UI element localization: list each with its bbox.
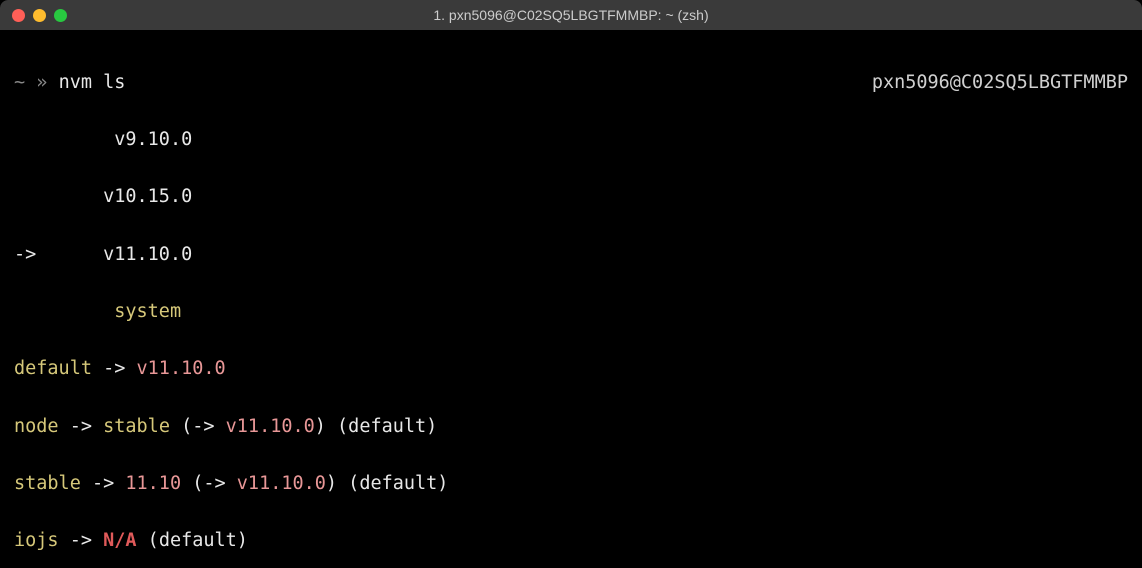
terminal-window: 1. pxn5096@C02SQ5LBGTFMMBP: ~ (zsh) ~ » … — [0, 0, 1142, 568]
output-line: v9.10.0 — [14, 126, 1128, 155]
alias-iojs: iojs -> N/A (default) — [14, 527, 1128, 556]
close-icon[interactable] — [12, 9, 25, 22]
alias-name: node — [14, 416, 59, 437]
alias-target: stable — [103, 416, 170, 437]
alias-target: v11.10.0 — [137, 358, 226, 379]
resolved-version: v11.10.0 — [226, 416, 315, 437]
alias-node: node -> stable (-> v11.10.0) (default) — [14, 413, 1128, 442]
node-version: v9.10.0 — [114, 129, 192, 150]
prompt-line: ~ » nvm ls pxn5096@C02SQ5LBGTFMMBP — [14, 69, 1128, 98]
output-line: system — [14, 298, 1128, 327]
alias-name: stable — [14, 473, 81, 494]
alias-name: iojs — [14, 530, 59, 551]
maximize-icon[interactable] — [54, 9, 67, 22]
minimize-icon[interactable] — [33, 9, 46, 22]
host-label: pxn5096@C02SQ5LBGTFMMBP — [872, 69, 1128, 98]
node-version: v10.15.0 — [103, 186, 192, 207]
system-label: system — [114, 301, 181, 322]
alias-stable: stable -> 11.10 (-> v11.10.0) (default) — [14, 470, 1128, 499]
terminal-body[interactable]: ~ » nvm ls pxn5096@C02SQ5LBGTFMMBP v9.10.… — [0, 30, 1142, 568]
alias-target-na: N/A — [103, 530, 136, 551]
titlebar: 1. pxn5096@C02SQ5LBGTFMMBP: ~ (zsh) — [0, 0, 1142, 30]
alias-default: default -> v11.10.0 — [14, 355, 1128, 384]
traffic-lights — [12, 9, 67, 22]
output-line: v10.15.0 — [14, 183, 1128, 212]
output-line: -> v11.10.0 — [14, 241, 1128, 270]
command: nvm ls — [59, 72, 126, 93]
selected-arrow: -> — [14, 244, 36, 265]
ps1: ~ » — [14, 72, 59, 93]
alias-name: default — [14, 358, 92, 379]
resolved-version: v11.10.0 — [237, 473, 326, 494]
node-version-current: v11.10.0 — [103, 244, 192, 265]
alias-target: 11.10 — [125, 473, 181, 494]
window-title: 1. pxn5096@C02SQ5LBGTFMMBP: ~ (zsh) — [12, 7, 1130, 23]
